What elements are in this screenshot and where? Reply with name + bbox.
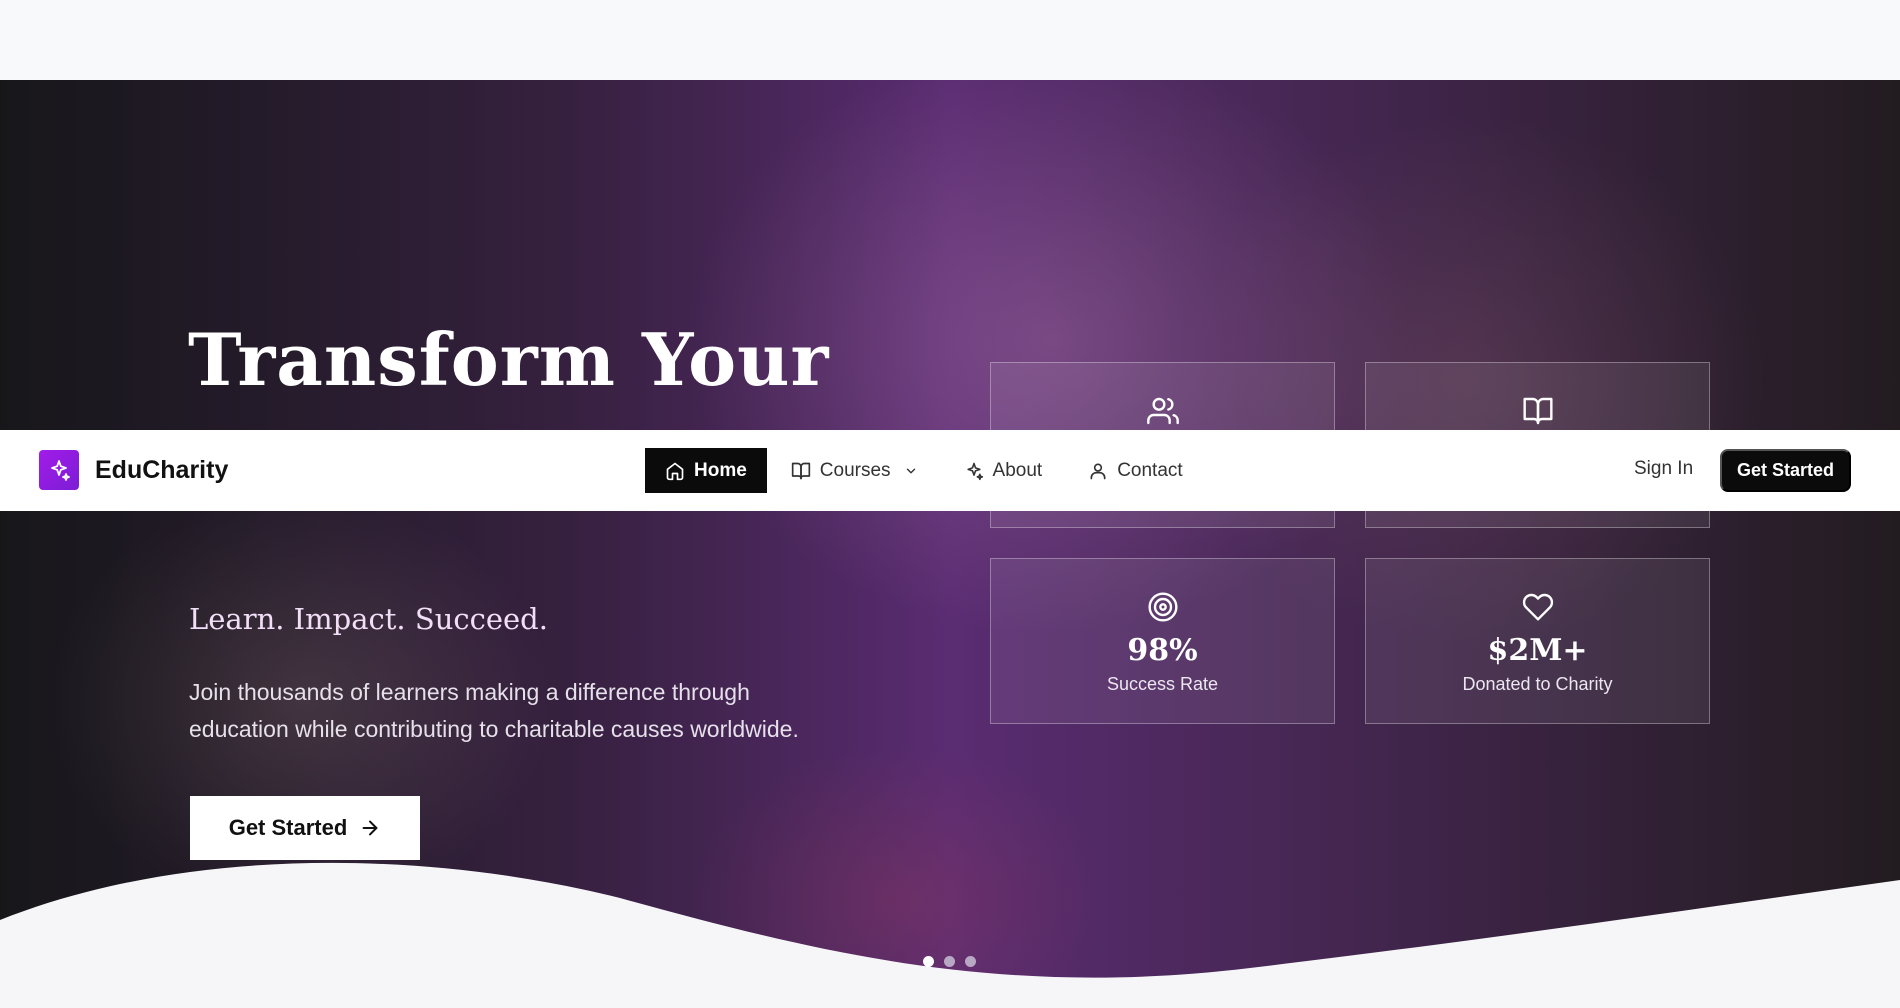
nav-item-label: Home [694, 459, 747, 481]
carousel-dot-1[interactable] [923, 956, 934, 967]
book-open-icon [1522, 393, 1554, 429]
book-open-icon [791, 462, 810, 479]
stat-label: Donated to Charity [1462, 674, 1613, 694]
brand[interactable]: EduCharity [39, 450, 228, 490]
stat-value: 98% [1127, 633, 1198, 668]
target-icon [1147, 589, 1179, 625]
carousel-dot-2[interactable] [944, 956, 955, 967]
hero-get-started-button[interactable]: Get Started [190, 796, 420, 860]
hero-description: Join thousands of learners making a diff… [189, 679, 799, 742]
arrow-right-icon [362, 820, 378, 836]
chevron-down-icon [906, 468, 915, 473]
nav-item-label: About [992, 459, 1043, 481]
nav-item-label: Contact [1117, 459, 1183, 481]
navbar: EduCharity Home Courses About Contact Si… [0, 430, 1900, 511]
nav-item-about[interactable]: About [944, 448, 1063, 493]
nav-links: Home Courses About Contact [645, 448, 1203, 493]
stat-card-success-rate: 98% Success Rate [990, 558, 1335, 724]
home-icon [666, 462, 684, 480]
hero-tagline: Learn. Impact. Succeed. [189, 602, 548, 636]
nav-get-started-button[interactable]: Get Started [1720, 449, 1851, 492]
nav-item-contact[interactable]: Contact [1068, 448, 1202, 493]
carousel-indicators [923, 956, 976, 967]
user-icon [1090, 463, 1106, 479]
stat-card-donations: $2M+ Donated to Charity [1365, 558, 1710, 724]
nav-item-label: Courses [819, 459, 891, 481]
hero-title: Transform Your [188, 317, 830, 402]
hero-cta-label: Get Started [228, 815, 348, 840]
nav-item-courses[interactable]: Courses [771, 448, 938, 493]
carousel-dot-3[interactable] [965, 956, 976, 967]
hero-section: Transform Your Future Learn. Impact. Suc… [0, 80, 1900, 1008]
stat-value: $2M+ [1487, 633, 1588, 668]
sparkles-icon [966, 462, 983, 480]
sign-in-link[interactable]: Sign In [1634, 458, 1693, 480]
users-icon [1146, 393, 1179, 429]
nav-item-home[interactable]: Home [645, 448, 767, 493]
heart-icon [1522, 589, 1554, 625]
hero-wave-divider [0, 862, 1900, 1008]
stat-label: Success Rate [1106, 674, 1219, 694]
sparkles-icon [39, 450, 79, 490]
brand-name: EduCharity [95, 455, 229, 484]
